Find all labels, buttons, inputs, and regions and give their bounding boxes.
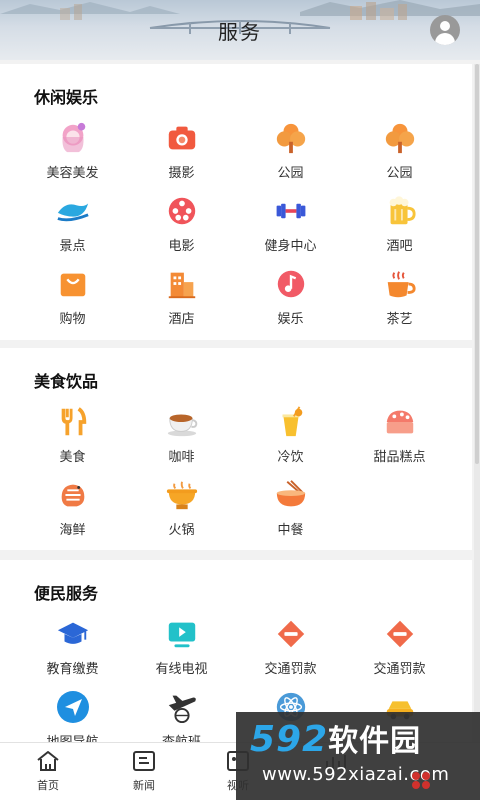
service-item[interactable]: 教育缴费 bbox=[18, 614, 127, 687]
app-header: 服务 bbox=[0, 0, 480, 60]
news-icon bbox=[133, 751, 155, 771]
service-label: 公园 bbox=[277, 166, 304, 181]
camera-icon bbox=[164, 120, 200, 156]
service-label: 甜品糕点 bbox=[373, 450, 426, 465]
nav-label: 首页 bbox=[37, 779, 59, 792]
service-item[interactable]: 甜品糕点 bbox=[345, 402, 454, 475]
service-label: 茶艺 bbox=[386, 312, 413, 327]
service-item[interactable]: 酒吧 bbox=[345, 191, 454, 264]
beauty-icon bbox=[55, 120, 91, 156]
service-label: 中餐 bbox=[277, 523, 304, 538]
wave-icon bbox=[55, 193, 91, 229]
service-label: 公园 bbox=[386, 166, 413, 181]
service-label: 酒店 bbox=[168, 312, 195, 327]
service-label: 有线电视 bbox=[155, 662, 208, 677]
service-label: 酒吧 bbox=[386, 239, 413, 254]
beer-icon bbox=[382, 193, 418, 229]
section-leisure: 休闲娱乐 美容美发 摄影 公园 公园景点 电影 健身中心 酒吧购物 酒店 娱乐 茶艺 bbox=[0, 64, 472, 340]
cold-drink-icon bbox=[273, 404, 309, 440]
shopping-bag-icon bbox=[55, 266, 91, 302]
navigation-arrow-icon bbox=[55, 689, 91, 725]
graduation-cap-icon bbox=[55, 616, 91, 652]
avatar-head bbox=[440, 21, 450, 31]
service-label: 健身中心 bbox=[264, 239, 317, 254]
no-entry-icon bbox=[382, 616, 418, 652]
service-label: 火锅 bbox=[168, 523, 195, 538]
service-label: 美容美发 bbox=[46, 166, 99, 181]
service-label: 电影 bbox=[168, 239, 195, 254]
fork-knife-icon bbox=[55, 404, 91, 440]
service-label: 交通罚款 bbox=[373, 662, 426, 677]
dumbbell-icon bbox=[273, 193, 309, 229]
service-label: 购物 bbox=[59, 312, 86, 327]
service-item[interactable]: 交通罚款 bbox=[345, 614, 454, 687]
hotpot-icon bbox=[164, 477, 200, 513]
coffee-icon bbox=[164, 404, 200, 440]
service-label: 美食 bbox=[59, 450, 86, 465]
service-item[interactable]: 摄影 bbox=[127, 118, 236, 191]
service-grid: 美食 咖啡 冷饮 甜品糕点海鲜 火锅 中餐 bbox=[18, 402, 454, 548]
service-item[interactable]: 电影 bbox=[127, 191, 236, 264]
nav-label: 新闻 bbox=[133, 779, 155, 792]
avatar-body bbox=[435, 33, 455, 45]
service-label: 娱乐 bbox=[277, 312, 304, 327]
service-label: 摄影 bbox=[168, 166, 195, 181]
section-title: 便民服务 bbox=[34, 584, 99, 603]
watermark-logo-text: 软件园 bbox=[328, 724, 422, 759]
watermark: 592软件园 www.592xiazai.com bbox=[236, 712, 480, 800]
section-title: 休闲娱乐 bbox=[34, 88, 99, 107]
service-item[interactable]: 火锅 bbox=[127, 475, 236, 548]
service-item[interactable]: 健身中心 bbox=[236, 191, 345, 264]
service-item[interactable]: 茶艺 bbox=[345, 264, 454, 337]
service-label: 海鲜 bbox=[59, 523, 86, 538]
tv-icon bbox=[164, 616, 200, 652]
watermark-logo: 592软件园 bbox=[250, 716, 421, 760]
service-item[interactable]: 美容美发 bbox=[18, 118, 127, 191]
service-item[interactable]: 公园 bbox=[236, 118, 345, 191]
no-entry-icon bbox=[273, 616, 309, 652]
nav-item-news[interactable]: 新闻 bbox=[114, 749, 174, 793]
nav-item-home[interactable]: 首页 bbox=[18, 749, 78, 793]
service-item[interactable]: 酒店 bbox=[127, 264, 236, 337]
service-item[interactable]: 交通罚款 bbox=[236, 614, 345, 687]
watermark-logo-number: 592 bbox=[250, 719, 329, 760]
service-item[interactable]: 公园 bbox=[345, 118, 454, 191]
service-item[interactable]: 有线电视 bbox=[127, 614, 236, 687]
service-item[interactable]: 购物 bbox=[18, 264, 127, 337]
scrollbar-thumb[interactable] bbox=[475, 64, 479, 464]
tree-icon bbox=[273, 120, 309, 156]
scrollbar[interactable] bbox=[474, 64, 480, 744]
service-grid: 美容美发 摄影 公园 公园景点 电影 健身中心 酒吧购物 酒店 娱乐 茶艺 bbox=[18, 118, 454, 337]
watermark-dots-icon bbox=[412, 772, 430, 789]
section-title: 美食饮品 bbox=[34, 372, 99, 391]
home-icon bbox=[37, 751, 59, 771]
service-label: 景点 bbox=[59, 239, 86, 254]
service-item[interactable]: 美食 bbox=[18, 402, 127, 475]
service-label: 咖啡 bbox=[168, 450, 195, 465]
airplane-icon bbox=[164, 689, 200, 725]
service-label: 冷饮 bbox=[277, 450, 304, 465]
user-avatar-button[interactable] bbox=[430, 15, 460, 45]
tree-icon bbox=[382, 120, 418, 156]
noodle-bowl-icon bbox=[273, 477, 309, 513]
service-item[interactable]: 中餐 bbox=[236, 475, 345, 548]
section-food: 美食饮品 美食 咖啡 冷饮 甜品糕点海鲜 火锅 中餐 bbox=[0, 348, 472, 550]
service-label: 交通罚款 bbox=[264, 662, 317, 677]
music-icon bbox=[273, 266, 309, 302]
page-title: 服务 bbox=[218, 20, 262, 44]
service-item[interactable]: 咖啡 bbox=[127, 402, 236, 475]
service-label: 教育缴费 bbox=[46, 662, 99, 677]
service-item[interactable]: 娱乐 bbox=[236, 264, 345, 337]
film-reel-icon bbox=[164, 193, 200, 229]
hotel-icon bbox=[164, 266, 200, 302]
cake-icon bbox=[382, 404, 418, 440]
service-item[interactable]: 景点 bbox=[18, 191, 127, 264]
shrimp-icon bbox=[55, 477, 91, 513]
service-item[interactable]: 海鲜 bbox=[18, 475, 127, 548]
service-item[interactable]: 冷饮 bbox=[236, 402, 345, 475]
tea-cup-icon bbox=[382, 266, 418, 302]
